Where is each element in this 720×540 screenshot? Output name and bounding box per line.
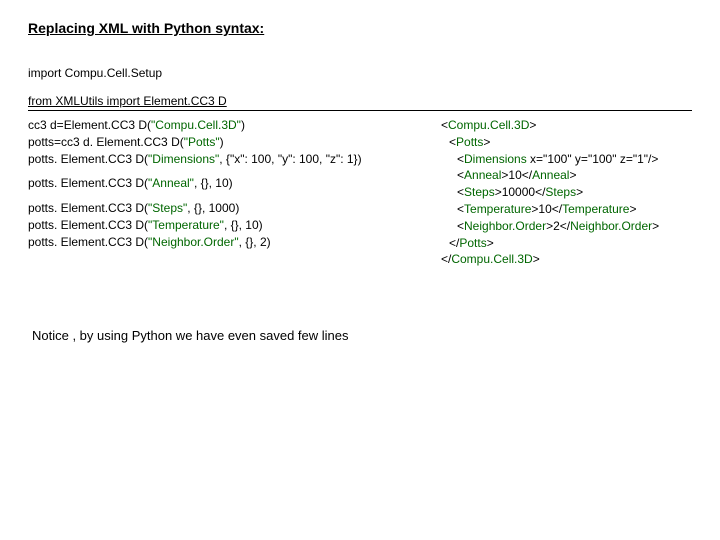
- xml-line: <Potts>: [441, 134, 659, 151]
- import-line: import Compu.Cell.Setup: [28, 66, 692, 80]
- xml-line: <Temperature>10</Temperature>: [441, 201, 659, 218]
- python-line: potts=cc3 d. Element.CC3 D("Potts"): [28, 134, 423, 151]
- xml-line: <Compu.Cell.3D>: [441, 117, 659, 134]
- xml-code-block: <Compu.Cell.3D> <Potts> <Dimensions x="1…: [441, 117, 659, 268]
- xml-line: </Compu.Cell.3D>: [441, 251, 659, 268]
- python-line: potts. Element.CC3 D("Temperature", {}, …: [28, 217, 423, 234]
- python-line: cc3 d=Element.CC3 D("Compu.Cell.3D"): [28, 117, 423, 134]
- python-line: potts. Element.CC3 D("Dimensions", {"x":…: [28, 151, 423, 168]
- python-line: potts. Element.CC3 D("Neighbor.Order", {…: [28, 234, 423, 251]
- xml-line: </Potts>: [441, 235, 659, 252]
- footer-note: Notice , by using Python we have even sa…: [28, 328, 692, 343]
- divider: [28, 110, 692, 111]
- code-columns: cc3 d=Element.CC3 D("Compu.Cell.3D") pot…: [28, 117, 692, 268]
- xml-line: <Neighbor.Order>2</Neighbor.Order>: [441, 218, 659, 235]
- python-code-block: cc3 d=Element.CC3 D("Compu.Cell.3D") pot…: [28, 117, 423, 268]
- python-line: potts. Element.CC3 D("Anneal", {}, 10): [28, 175, 423, 192]
- slide-title: Replacing XML with Python syntax:: [28, 20, 692, 36]
- from-line: from XMLUtils import Element.CC3 D: [28, 94, 692, 108]
- xml-line: <Dimensions x="100" y="100" z="1"/>: [441, 151, 659, 168]
- xml-line: <Anneal>10</Anneal>: [441, 167, 659, 184]
- xml-line: <Steps>10000</Steps>: [441, 184, 659, 201]
- python-line: potts. Element.CC3 D("Steps", {}, 1000): [28, 200, 423, 217]
